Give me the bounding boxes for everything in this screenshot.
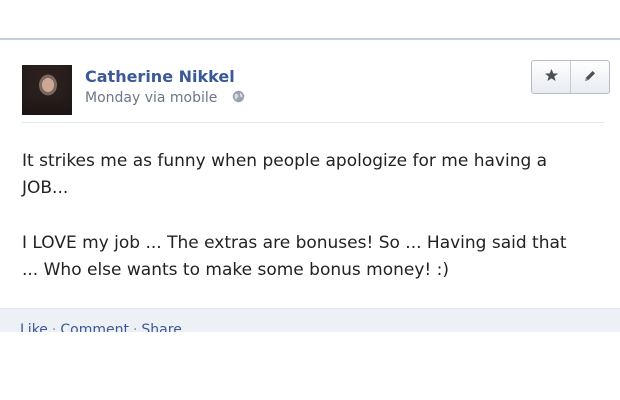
post-actions	[531, 60, 610, 94]
post-card: Catherine Nikkel Monday via mobile It st…	[0, 38, 620, 332]
post-timestamp[interactable]: Monday via mobile	[85, 90, 217, 106]
post-meta: Monday via mobile	[85, 90, 245, 106]
header-divider	[22, 122, 604, 123]
separator: ·	[132, 322, 138, 332]
pencil-icon	[583, 68, 597, 87]
post-text-line: ... Who else wants to make some bonus mo…	[22, 260, 449, 280]
post-paragraph-1: It strikes me as funny when people apolo…	[22, 148, 597, 202]
edit-button[interactable]	[571, 61, 609, 93]
star-icon	[544, 68, 559, 87]
separator: ·	[51, 322, 57, 332]
avatar[interactable]	[22, 65, 72, 115]
post-text-line: I LOVE my job ... The extras are bonuses…	[22, 233, 567, 253]
like-link[interactable]: Like	[20, 322, 48, 332]
footer-actions: Like · Comment · Share	[20, 322, 182, 332]
globe-icon	[232, 90, 245, 103]
post-paragraph-2: I LOVE my job ... The extras are bonuses…	[22, 230, 597, 284]
post-text-line: JOB...	[22, 178, 69, 198]
post-footer: Like · Comment · Share	[0, 308, 620, 332]
comment-link[interactable]: Comment	[60, 322, 129, 332]
favorite-button[interactable]	[532, 61, 571, 93]
author-name[interactable]: Catherine Nikkel	[85, 67, 235, 86]
post-text-line: It strikes me as funny when people apolo…	[22, 151, 548, 171]
share-link[interactable]: Share	[141, 322, 181, 332]
